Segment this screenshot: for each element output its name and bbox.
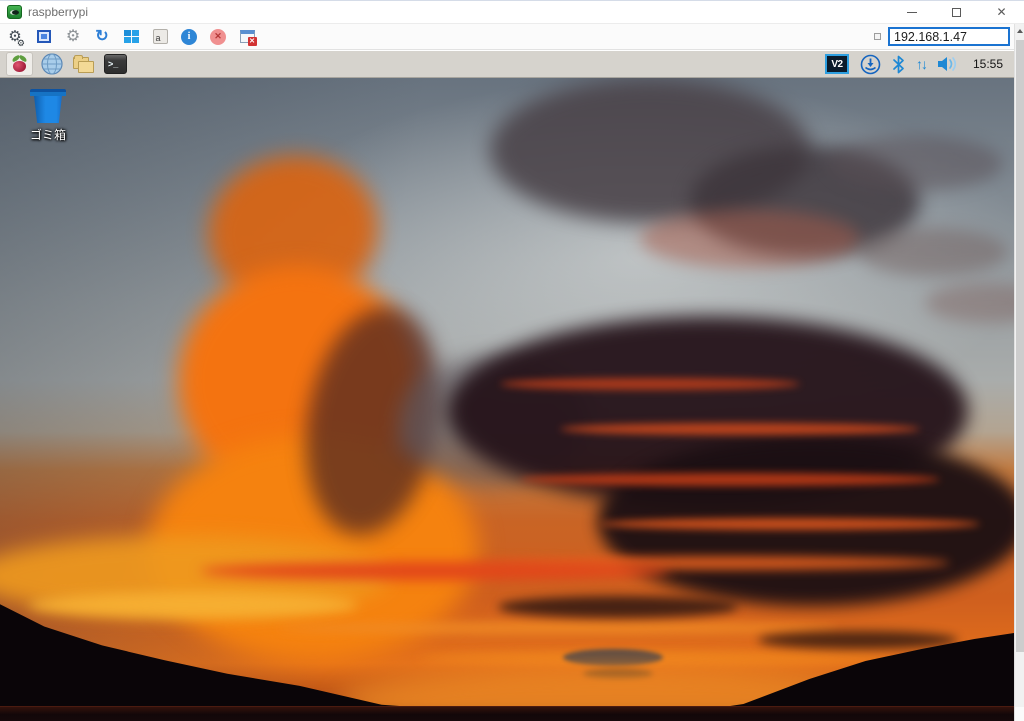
terminal-icon: >_ [104, 54, 127, 74]
close-button[interactable]: ✕ [979, 1, 1024, 23]
vnc-viewer-window: raspberrypi ✕ ⚙⚙ ⚙ ↻ a i ✕ [0, 0, 1024, 721]
wallpaper-cloud [600, 518, 980, 530]
terminal-button[interactable]: >_ [102, 52, 129, 76]
fullscreen-icon [37, 30, 51, 43]
fullscreen-button[interactable] [34, 27, 54, 47]
updates-icon[interactable] [860, 54, 881, 75]
wallpaper-cloud [640, 210, 860, 268]
gear-icon: ⚙ [66, 29, 80, 45]
scrollbar-corner [1015, 707, 1024, 721]
toolbar-grip-icon [874, 33, 881, 40]
vertical-scrollbar[interactable] [1014, 24, 1024, 721]
desktop: ゴミ箱 [0, 78, 1014, 721]
maximize-icon [952, 8, 961, 17]
globe-icon [41, 53, 63, 75]
connection-options-button[interactable]: ⚙⚙ [5, 27, 25, 47]
refresh-icon: ↻ [95, 29, 108, 45]
wallpaper-cloud [500, 378, 800, 390]
raspberry-icon [12, 56, 27, 72]
alt-key-button[interactable]: a [150, 27, 170, 47]
clock[interactable]: 15:55 [971, 57, 1003, 71]
trash-body-icon [33, 96, 64, 123]
trash-desktop-icon[interactable]: ゴミ箱 [20, 89, 76, 143]
vnc-server-tray-icon[interactable]: V2 [825, 54, 849, 74]
alt-key-icon: a [153, 29, 168, 44]
close-session-icon: ✕ [240, 30, 255, 43]
vnc-toolbar: ⚙⚙ ⚙ ↻ a i ✕ ✕ [0, 23, 1024, 50]
wallpaper-cloud [498, 596, 738, 618]
window-controls: ✕ [889, 1, 1024, 23]
wallpaper-cloud [278, 622, 838, 634]
bluetooth-icon[interactable] [892, 55, 905, 74]
info-icon: i [181, 29, 197, 45]
wallpaper-cloud [563, 649, 663, 666]
web-browser-button[interactable] [38, 52, 65, 76]
windows-logo-icon [124, 30, 139, 43]
settings-button[interactable]: ⚙ [63, 27, 83, 47]
trash-lid-icon [30, 89, 66, 96]
minimize-icon [907, 12, 917, 13]
pi-menu-button[interactable] [6, 52, 33, 76]
wallpaper-cloud [858, 228, 1008, 276]
host-field-group [874, 27, 1010, 46]
wallpaper-cloud [28, 592, 358, 618]
close-icon: ✕ [996, 5, 1006, 19]
trash-label: ゴミ箱 [20, 126, 76, 143]
file-manager-button[interactable] [70, 52, 97, 76]
wallpaper-cloud [560, 423, 920, 435]
titlebar: raspberrypi ✕ [0, 1, 1024, 23]
taskbar-status-area: V2 ↑↓ 15:55 [825, 54, 1008, 75]
folders-icon [71, 53, 97, 75]
disconnect-icon: ✕ [210, 29, 226, 45]
wallpaper-cloud [828, 136, 1003, 191]
refresh-button[interactable]: ↻ [92, 27, 112, 47]
disconnect-button[interactable]: ✕ [208, 27, 228, 47]
ctrl-alt-del-button[interactable] [121, 27, 141, 47]
vnc-app-icon [7, 5, 22, 19]
wallpaper-water [0, 706, 1014, 721]
maximize-button[interactable] [934, 1, 979, 23]
volume-icon[interactable] [937, 55, 960, 73]
window-title: raspberrypi [28, 5, 88, 19]
connection-info-button[interactable]: i [179, 27, 199, 47]
scroll-up-arrow-icon[interactable] [1015, 24, 1024, 38]
minimize-button[interactable] [889, 1, 934, 23]
gears-icon: ⚙⚙ [8, 29, 21, 44]
wallpaper-cloud [758, 631, 958, 649]
close-session-button[interactable]: ✕ [237, 27, 257, 47]
pi-taskbar: >_ V2 ↑↓ [0, 51, 1014, 78]
wallpaper-cloud [200, 562, 670, 580]
remote-desktop-view: >_ V2 ↑↓ [0, 51, 1014, 721]
network-traffic-icon[interactable]: ↑↓ [916, 56, 926, 72]
host-address-input[interactable] [888, 27, 1010, 46]
wallpaper-cloud [520, 473, 940, 486]
taskbar-launchers: >_ [6, 52, 129, 76]
scrollbar-thumb[interactable] [1016, 40, 1024, 652]
